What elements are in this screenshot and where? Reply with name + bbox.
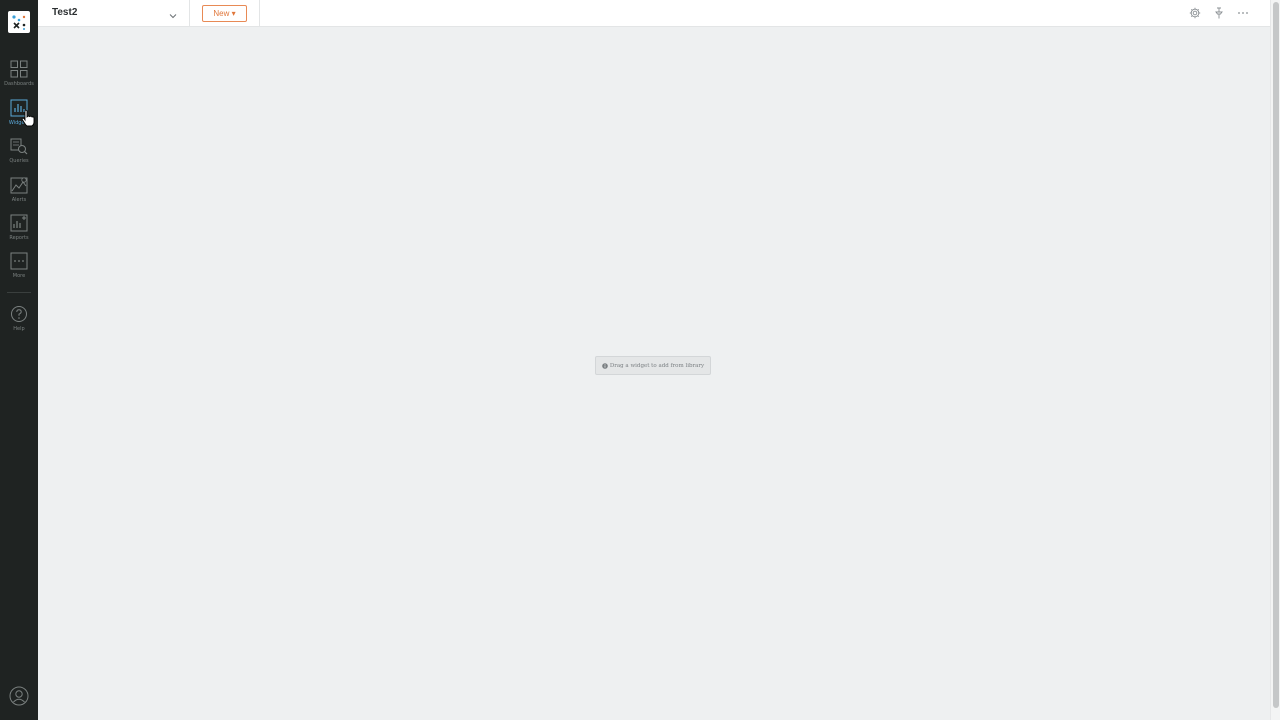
gear-icon [1189, 7, 1201, 19]
chevron-down-icon [169, 14, 177, 19]
nav-queries-label: Queries [9, 158, 29, 164]
sidebar-divider [7, 292, 31, 293]
settings-button[interactable] [1189, 6, 1201, 19]
user-avatar-icon [9, 686, 29, 706]
help-icon [11, 306, 27, 322]
nav-queries[interactable]: Queries [0, 137, 38, 173]
dashboard-switcher[interactable] [168, 8, 178, 19]
vertical-scrollbar[interactable] [1270, 0, 1280, 720]
info-icon [602, 362, 608, 369]
nav-reports-label: Reports [9, 235, 29, 241]
ellipsis-icon [1238, 12, 1248, 14]
dashboard-title[interactable]: Test2 [52, 7, 77, 18]
sidebar: Dashboards Widgets Queries Alerts Report… [0, 0, 38, 720]
new-button[interactable]: New ▾ [202, 5, 247, 22]
user-account-button[interactable] [9, 686, 29, 706]
logo-mark-icon [12, 15, 26, 30]
pin-icon [1215, 7, 1223, 19]
nav-more-label: More [12, 273, 26, 279]
more-icon [10, 252, 28, 270]
app-logo[interactable] [8, 11, 30, 33]
reports-icon [10, 214, 28, 232]
nav-reports[interactable]: Reports [0, 214, 38, 250]
nav-widgets-label: Widgets [8, 120, 30, 126]
queries-icon [10, 138, 28, 155]
toolbar-divider [189, 0, 190, 27]
nav-dashboards[interactable]: Dashboards [0, 60, 38, 96]
toolbar-divider [259, 0, 260, 27]
nav-help[interactable]: Help [0, 305, 38, 341]
nav-more[interactable]: More [0, 252, 38, 288]
nav-dashboards-label: Dashboards [4, 81, 34, 87]
more-options-button[interactable] [1237, 6, 1249, 18]
dashboards-icon [10, 60, 28, 78]
top-bar: Test2 New ▾ [38, 0, 1270, 27]
nav-alerts-label: Alerts [11, 197, 27, 203]
alerts-icon [10, 177, 28, 194]
nav-alerts[interactable]: Alerts [0, 176, 38, 212]
scrollbar-thumb[interactable] [1273, 2, 1279, 708]
empty-canvas-hint-text: Drag a widget to add from library [609, 362, 705, 369]
empty-canvas-hint: Drag a widget to add from library [595, 356, 711, 375]
nav-help-label: Help [13, 326, 25, 332]
widgets-icon [10, 99, 28, 117]
pin-button[interactable] [1213, 6, 1225, 19]
nav-widgets[interactable]: Widgets [0, 99, 38, 135]
